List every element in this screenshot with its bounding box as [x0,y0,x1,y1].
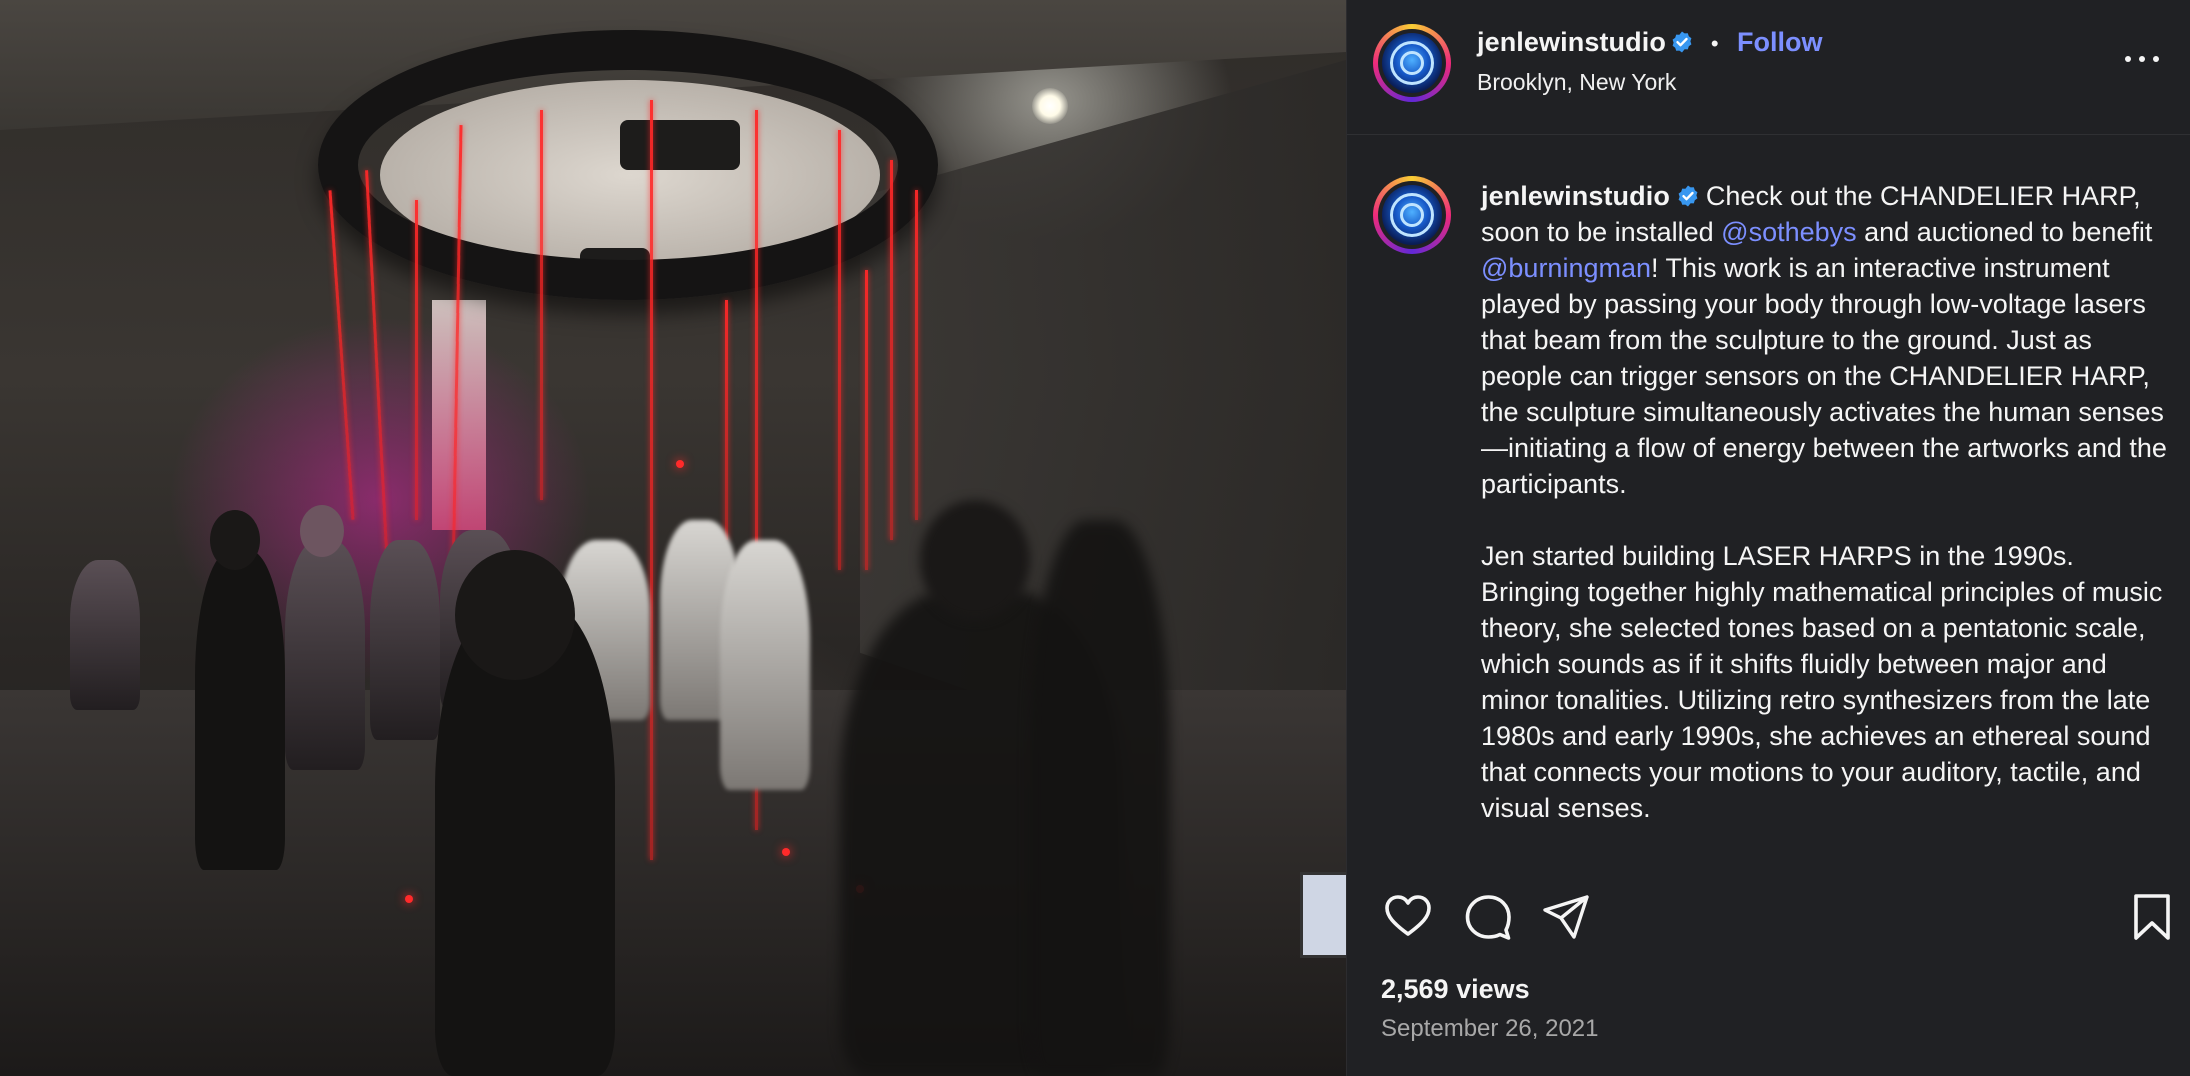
post-action-bar [1383,892,2173,942]
location-link[interactable]: Brooklyn, New York [1477,69,1676,96]
visitor-figure [285,540,365,770]
avatar-image [1382,185,1442,245]
caption-username-link[interactable]: jenlewinstudio [1481,181,1670,211]
laser-beam [915,190,918,520]
laser-beam [838,130,841,570]
visitor-figure [370,540,440,740]
avatar-image [1382,33,1442,93]
mention-link-burningman[interactable]: @burningman [1481,253,1651,283]
post-caption: jenlewinstudio Check out the CHANDELIER H… [1481,178,2171,826]
views-count[interactable]: 2,569 views [1381,974,1530,1005]
laser-beam [415,200,418,520]
chandelier-harp-ring [318,30,938,300]
caption-paragraph-2: Jen started building LASER HARPS in the … [1481,541,2163,823]
laser-beam [328,190,355,520]
visitor-figure [210,510,260,570]
laser-beam [540,110,543,500]
verified-badge-icon [1678,185,1698,207]
laser-beam [890,160,893,540]
avatar[interactable] [1373,24,1451,102]
laser-dot [782,848,790,856]
more-options-icon[interactable] [2125,42,2159,70]
foreground-visitor [920,500,1030,620]
lit-pillar [432,300,486,530]
laptop [1300,872,1346,958]
caption-text: ! This work is an interactive instrument… [1481,253,2167,499]
visitor-figure [720,540,810,790]
laser-beam [650,100,653,860]
foreground-visitor [1030,520,1170,1076]
laser-beam [865,270,868,570]
paper-plane-icon[interactable] [1541,892,1591,942]
laser-dot [676,460,684,468]
visitor-figure [195,550,285,870]
caption-text: and auctioned to benefit [1856,217,2153,247]
visitor-figure [70,560,140,710]
laser-dot [405,895,413,903]
ceiling-spotlight [1032,88,1068,124]
heart-icon[interactable] [1383,892,1433,942]
follow-button[interactable]: Follow [1737,27,1822,57]
separator-dot: • [1710,31,1719,56]
comment-bubble-icon[interactable] [1463,892,1513,942]
mention-link-sothebys[interactable]: @sothebys [1721,217,1856,247]
foreground-visitor [455,550,575,680]
post-date[interactable]: September 26, 2021 [1381,1015,1599,1043]
bookmark-icon[interactable] [2127,892,2177,942]
visitor-figure [300,505,344,557]
laser-beam [725,300,728,540]
caption-avatar[interactable] [1373,176,1451,254]
verified-badge-icon [1672,31,1692,53]
post-header: jenlewinstudio • Follow Brooklyn, New Yo… [1347,0,2190,135]
username-link[interactable]: jenlewinstudio [1477,27,1666,57]
post-media-photo[interactable] [0,0,1346,1076]
post-details-panel: jenlewinstudio • Follow Brooklyn, New Yo… [1346,0,2190,1076]
header-title-row: jenlewinstudio • Follow [1477,27,1822,58]
caption-paragraph: jenlewinstudio Check out the CHANDELIER H… [1481,178,2171,502]
